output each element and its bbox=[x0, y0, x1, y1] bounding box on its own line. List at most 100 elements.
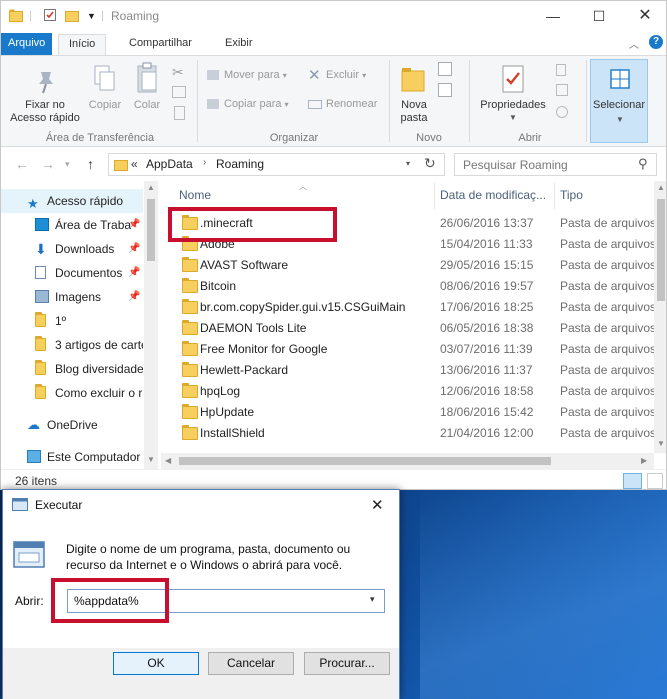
cancel-button[interactable]: Cancelar bbox=[208, 652, 294, 675]
properties-button[interactable]: Propriedades bbox=[475, 99, 551, 112]
nav-item-onedrive[interactable]: ☁ OneDrive bbox=[1, 413, 143, 437]
nav-item-pictures[interactable]: Imagens 📌 bbox=[1, 285, 143, 309]
nav-item-folder-blog[interactable]: Blog diversidade bbox=[1, 357, 143, 381]
refresh-icon[interactable]: ↻ bbox=[424, 155, 436, 172]
new-folder-button[interactable]: Nova pasta bbox=[393, 99, 435, 125]
scroll-up-icon[interactable]: ▲ bbox=[657, 183, 665, 192]
maximize-button[interactable]: ☐ bbox=[576, 1, 622, 31]
file-row[interactable]: HpUpdate 18/06/2016 15:42 Pasta de arquivo… bbox=[161, 402, 656, 423]
title-bar: | ▼ | Roaming — ☐ ✕ bbox=[1, 1, 666, 31]
copy-path-icon[interactable] bbox=[172, 86, 186, 98]
file-row[interactable]: Free Monitor for Google 03/07/2016 11:39 P… bbox=[161, 339, 656, 360]
nav-item-folder-1[interactable]: 1º bbox=[1, 309, 143, 333]
address-dropdown-icon[interactable]: ▾ bbox=[406, 159, 410, 168]
column-header-name[interactable]: Nome bbox=[179, 188, 211, 202]
cut-icon[interactable]: ✂ bbox=[172, 64, 184, 81]
move-to-button[interactable]: Mover para ▾ bbox=[224, 69, 287, 81]
minimize-button[interactable]: — bbox=[530, 1, 576, 31]
file-list-vertical-scrollbar[interactable]: ▲ ▼ bbox=[654, 181, 666, 453]
column-header-date[interactable]: Data de modificaç... bbox=[440, 188, 546, 202]
details-view-icon[interactable] bbox=[623, 473, 642, 489]
computer-icon bbox=[27, 450, 41, 463]
file-row[interactable]: DAEMON Tools Lite 06/05/2016 18:38 Pasta d… bbox=[161, 318, 656, 339]
search-input[interactable]: Pesquisar Roaming bbox=[463, 158, 568, 172]
tab-exibir[interactable]: Exibir bbox=[215, 34, 263, 55]
file-list-scrollbar-thumb[interactable] bbox=[657, 199, 665, 301]
tab-arquivo[interactable]: Arquivo bbox=[1, 33, 53, 55]
file-row[interactable]: br.com.copySpider.gui.v15.CSGuiMain 17/06… bbox=[161, 297, 656, 318]
file-type: Pasta de arquivos bbox=[560, 216, 657, 230]
new-item-icon[interactable] bbox=[438, 62, 452, 76]
ok-button[interactable]: OK bbox=[113, 652, 199, 675]
nav-scrollbar[interactable]: ▲ ▼ bbox=[144, 181, 158, 469]
scroll-left-icon[interactable]: ◀ bbox=[165, 456, 171, 465]
copy-to-icon bbox=[207, 99, 219, 109]
tab-compartilhar[interactable]: Compartilhar bbox=[119, 34, 202, 55]
file-date: 21/04/2016 12:00 bbox=[440, 426, 534, 440]
search-icon[interactable]: ⚲ bbox=[638, 156, 648, 172]
nav-scrollbar-thumb[interactable] bbox=[147, 199, 155, 261]
file-row[interactable]: AVAST Software 29/05/2016 15:15 Pasta de a… bbox=[161, 255, 656, 276]
file-row[interactable]: Hewlett-Packard 13/06/2016 11:37 Pasta de … bbox=[161, 360, 656, 381]
rename-button[interactable]: Renomear bbox=[326, 98, 377, 110]
nav-item-downloads[interactable]: ⬇ Downloads 📌 bbox=[1, 237, 143, 261]
scroll-right-icon[interactable]: ▶ bbox=[641, 456, 647, 465]
paste-shortcut-icon[interactable] bbox=[174, 106, 185, 120]
properties-dropdown-icon[interactable]: ▼ bbox=[509, 113, 517, 122]
run-description: Digite o nome de um programa, pasta, doc… bbox=[66, 542, 351, 572]
collapse-ribbon-icon[interactable]: ︿ bbox=[629, 36, 639, 51]
forward-icon[interactable]: → bbox=[41, 156, 55, 172]
file-date: 17/06/2016 18:25 bbox=[440, 300, 534, 314]
breadcrumb-roaming[interactable]: Roaming bbox=[216, 157, 264, 171]
nav-item-quick-access[interactable]: ★ Acesso rápido bbox=[1, 189, 143, 213]
folder-icon bbox=[35, 360, 46, 375]
run-close-button[interactable]: ✕ bbox=[371, 496, 384, 514]
scroll-down-icon[interactable]: ▼ bbox=[657, 439, 665, 448]
file-row[interactable]: InstallShield 21/04/2016 12:00 Pasta de ar… bbox=[161, 423, 656, 444]
nav-item-documents[interactable]: Documentos 📌 bbox=[1, 261, 143, 285]
edit-icon[interactable] bbox=[556, 84, 568, 96]
address-row: ← → ▾ ↑ « AppData › Roaming ▾ ↻ Pesquisa… bbox=[1, 148, 666, 180]
column-header-type[interactable]: Tipo bbox=[560, 188, 583, 202]
search-box[interactable]: Pesquisar Roaming ⚲ bbox=[454, 153, 657, 176]
nav-item-folder-como-excluir[interactable]: Como excluir o r bbox=[1, 381, 143, 405]
large-icons-view-icon[interactable] bbox=[647, 473, 663, 489]
folder-icon bbox=[182, 425, 198, 440]
nav-item-this-pc[interactable]: Este Computador bbox=[1, 445, 143, 469]
close-button[interactable]: ✕ bbox=[622, 1, 666, 31]
file-list-horizontal-scrollbar[interactable]: ◀ ▶ bbox=[161, 453, 654, 469]
pin-quick-access-button[interactable]: Fixar no Acesso rápido bbox=[7, 99, 83, 125]
horizontal-scrollbar-thumb[interactable] bbox=[179, 457, 551, 465]
file-row[interactable]: Bitcoin 08/06/2016 19:57 Pasta de arquivos bbox=[161, 276, 657, 297]
help-icon[interactable]: ? bbox=[649, 35, 663, 49]
file-type: Pasta de arquivos bbox=[560, 279, 657, 293]
new-folder-quick-icon[interactable] bbox=[65, 8, 79, 25]
nav-item-folder-artigos[interactable]: 3 artigos de carte bbox=[1, 333, 143, 357]
open-icon[interactable] bbox=[556, 64, 566, 76]
breadcrumb-appdata[interactable]: AppData bbox=[146, 157, 193, 171]
breadcrumb-overflow[interactable]: « bbox=[131, 157, 138, 171]
paste-button[interactable]: Colar bbox=[129, 99, 165, 112]
copy-button[interactable]: Copiar bbox=[87, 99, 123, 112]
scroll-down-icon[interactable]: ▼ bbox=[147, 455, 155, 464]
properties-quick-icon[interactable] bbox=[43, 8, 57, 25]
customize-quick-access-icon[interactable]: ▼ bbox=[87, 11, 96, 21]
clipboard-group-label: Área de Transferência bbox=[45, 132, 155, 144]
back-icon[interactable]: ← bbox=[15, 156, 29, 172]
recent-locations-icon[interactable]: ▾ bbox=[65, 159, 70, 170]
nav-item-desktop[interactable]: Área de Traba 📌 bbox=[1, 213, 143, 237]
easy-access-icon[interactable] bbox=[438, 83, 452, 97]
open-dropdown-icon[interactable]: ▾ bbox=[370, 594, 375, 605]
address-bar[interactable]: « AppData › Roaming ▾ ↻ bbox=[108, 153, 445, 176]
delete-button[interactable]: Excluir ▾ bbox=[326, 69, 366, 81]
file-row[interactable]: hpqLog 12/06/2016 18:58 Pasta de arquivos bbox=[161, 381, 656, 402]
copy-to-button[interactable]: Copiar para ▾ bbox=[224, 98, 289, 110]
up-icon[interactable]: ↑ bbox=[87, 156, 94, 172]
pin-icon: 📌 bbox=[128, 291, 141, 302]
tab-inicio[interactable]: Início bbox=[58, 34, 107, 55]
scroll-up-icon[interactable]: ▲ bbox=[147, 183, 155, 192]
select-button[interactable]: Selecionar ▼ bbox=[590, 59, 648, 143]
browse-button[interactable]: Procurar... bbox=[304, 652, 390, 675]
document-icon bbox=[35, 266, 46, 279]
history-icon[interactable] bbox=[556, 106, 568, 118]
